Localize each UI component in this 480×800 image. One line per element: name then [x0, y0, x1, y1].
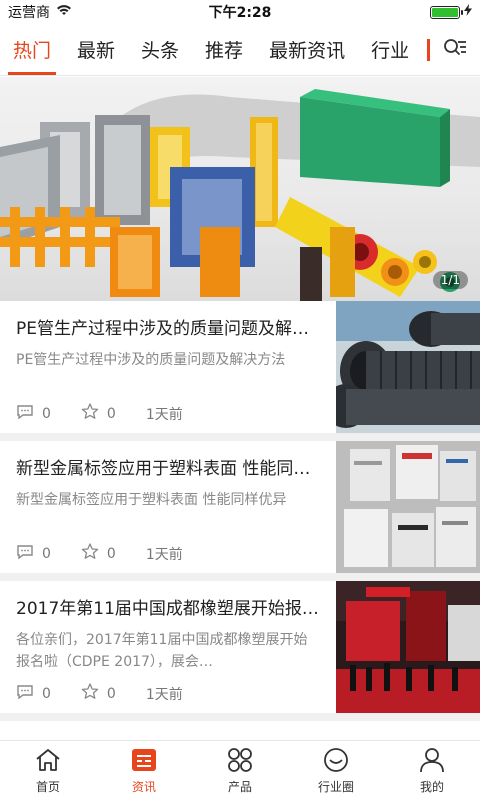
- status-time: 下午2:28: [208, 5, 272, 21]
- charging-icon: [464, 4, 472, 20]
- publish-time: 1天前: [145, 406, 183, 423]
- nav-news-label: 资讯: [131, 779, 156, 794]
- category-tab-bar: 热门 最新 头条 推荐 最新资讯 行业: [0, 24, 480, 76]
- status-left: 运营商: [8, 2, 72, 22]
- tab-headline[interactable]: 头条: [128, 24, 192, 75]
- star-icon: [81, 403, 99, 424]
- news-icon: [130, 747, 158, 776]
- news-item[interactable]: 新型金属标签应用于塑料表面 性能同样优异 新型金属标签应用于塑料表面 性能同样优…: [0, 441, 480, 581]
- publish-time: 1天前: [145, 546, 183, 563]
- search-list-icon: [443, 38, 467, 62]
- publish-time: 1天前: [145, 686, 183, 703]
- bottom-nav: 首页 资讯 产品 行业圈 我的: [0, 740, 480, 800]
- tab-recommend[interactable]: 推荐: [192, 24, 256, 75]
- nav-home[interactable]: 首页: [0, 741, 96, 800]
- tab-menu-button[interactable]: [430, 24, 480, 75]
- tab-latest-news[interactable]: 最新资讯: [256, 24, 358, 75]
- battery-fill: [432, 7, 458, 17]
- news-thumbnail: [336, 581, 480, 713]
- star-icon: [81, 683, 99, 704]
- news-thumbnail: [336, 441, 480, 573]
- news-summary: PE管生产过程中涉及的质量问题及解决方法: [16, 352, 286, 368]
- favorite-count-group[interactable]: 0: [81, 683, 116, 704]
- favorite-count: 0: [106, 545, 116, 562]
- news-thumbnail: [336, 301, 480, 433]
- favorite-count-group[interactable]: 0: [81, 543, 116, 564]
- comment-icon: [16, 544, 34, 564]
- circle-icon: [322, 747, 350, 776]
- nav-home-label: 首页: [35, 779, 60, 794]
- tab-industry[interactable]: 行业: [358, 24, 422, 75]
- nav-industry-circle[interactable]: 行业圈: [288, 741, 384, 800]
- status-right: [430, 4, 472, 20]
- favorite-count: 0: [106, 405, 116, 422]
- tab-latest[interactable]: 最新: [64, 24, 128, 75]
- favorite-count: 0: [106, 685, 116, 702]
- news-meta: 0 0 1天前: [16, 403, 320, 424]
- profile-icon: [418, 747, 446, 776]
- wifi-icon: [56, 4, 72, 20]
- news-title: 新型金属标签应用于塑料表面 性能同样优异: [16, 459, 320, 479]
- nav-profile-label: 我的: [419, 779, 444, 794]
- category-tabs: 热门 最新 头条 推荐 最新资讯 行业: [0, 24, 427, 75]
- news-item[interactable]: 2017年第11届中国成都橡塑展开始报名啦 各位亲们，2017年第11届中国成都…: [0, 581, 480, 721]
- comment-count: 0: [42, 685, 51, 702]
- comment-count-group[interactable]: 0: [16, 544, 51, 564]
- news-meta: 0 0 1天前: [16, 543, 320, 564]
- nav-industry-label: 行业圈: [317, 779, 354, 794]
- news-summary: 新型金属标签应用于塑料表面 性能同样优异: [16, 492, 287, 508]
- banner-image: [0, 89, 480, 301]
- news-meta: 0 0 1天前: [16, 683, 320, 704]
- nav-profile[interactable]: 我的: [384, 741, 480, 800]
- nav-news[interactable]: 资讯: [96, 741, 192, 800]
- comment-count: 0: [42, 545, 51, 562]
- nav-products[interactable]: 产品: [192, 741, 288, 800]
- comment-icon: [16, 684, 34, 704]
- news-text: PE管生产过程中涉及的质量问题及解决方法 PE管生产过程中涉及的质量问题及解决方…: [0, 301, 336, 433]
- tab-hot[interactable]: 热门: [0, 24, 64, 75]
- carrier-label: 运营商: [8, 5, 50, 21]
- status-bar: 运营商 下午2:28: [0, 0, 480, 24]
- news-item[interactable]: PE管生产过程中涉及的质量问题及解决方法 PE管生产过程中涉及的质量问题及解决方…: [0, 301, 480, 441]
- comment-count-group[interactable]: 0: [16, 404, 51, 424]
- news-text: 新型金属标签应用于塑料表面 性能同样优异 新型金属标签应用于塑料表面 性能同样优…: [0, 441, 336, 573]
- news-list: PE管生产过程中涉及的质量问题及解决方法 PE管生产过程中涉及的质量问题及解决方…: [0, 301, 480, 721]
- favorite-count-group[interactable]: 0: [81, 403, 116, 424]
- news-text: 2017年第11届中国成都橡塑展开始报名啦 各位亲们，2017年第11届中国成都…: [0, 581, 336, 713]
- news-title: 2017年第11届中国成都橡塑展开始报名啦: [16, 599, 320, 619]
- banner-page-indicator: 1/1: [432, 271, 468, 289]
- news-title: PE管生产过程中涉及的质量问题及解决方法: [16, 319, 320, 339]
- comment-count-group[interactable]: 0: [16, 684, 51, 704]
- battery-icon: [430, 5, 463, 19]
- nav-products-label: 产品: [227, 779, 252, 794]
- comment-count: 0: [42, 405, 51, 422]
- products-icon: [226, 747, 254, 776]
- news-summary: 各位亲们，2017年第11届中国成都橡塑展开始报名啦（CDPE 2017），展会…: [16, 632, 308, 670]
- banner-carousel[interactable]: 1/1: [0, 77, 480, 301]
- star-icon: [81, 543, 99, 564]
- home-icon: [34, 747, 62, 776]
- comment-icon: [16, 404, 34, 424]
